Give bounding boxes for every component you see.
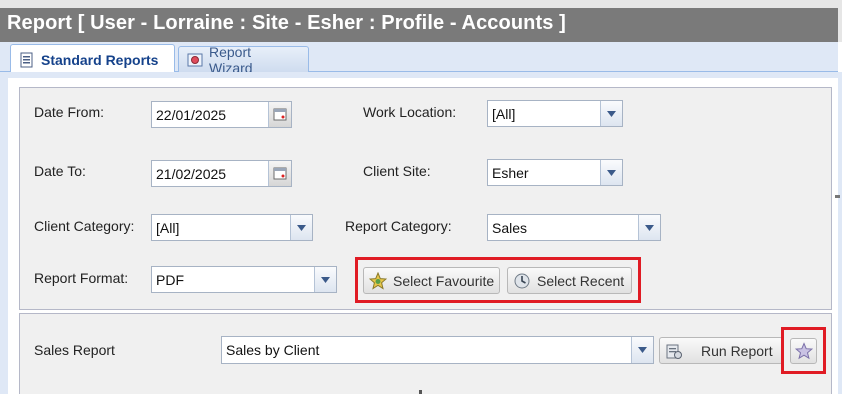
date-to-field[interactable]: 21/02/2025 — [151, 160, 292, 187]
client-site-select[interactable]: Esher — [487, 159, 623, 186]
report-format-label: Report Format: — [34, 270, 129, 286]
run-report-icon — [665, 342, 683, 360]
report-format-select[interactable]: PDF — [151, 266, 337, 293]
date-to-label: Date To: — [34, 163, 86, 179]
report-category-select[interactable]: Sales — [487, 214, 661, 241]
window-titlebar: Report [ User - Lorraine : Site - Esher … — [0, 0, 842, 42]
date-to-value: 21/02/2025 — [156, 165, 227, 182]
calendar-icon[interactable] — [268, 161, 291, 186]
window-title: Report [ User - Lorraine : Site - Esher … — [7, 12, 566, 34]
date-from-label: Date From: — [34, 104, 105, 120]
chevron-down-icon[interactable] — [290, 215, 312, 240]
calendar-icon[interactable] — [268, 102, 291, 127]
tab-label: Report Wizard — [209, 43, 253, 76]
tab-label: Standard Reports — [41, 51, 159, 68]
wizard-icon — [187, 52, 203, 68]
work-location-value: [All] — [492, 105, 516, 122]
chevron-down-icon[interactable] — [600, 101, 622, 126]
run-report-label: Run Report — [701, 342, 773, 359]
client-site-label: Client Site: — [363, 163, 431, 179]
report-category-value: Sales — [492, 219, 528, 236]
tab-standard-reports[interactable]: Standard Reports — [10, 44, 175, 74]
title-bar-background: Report [ User - Lorraine : Site - Esher … — [0, 8, 838, 42]
tab-report-wizard[interactable]: Report Wizard — [178, 44, 309, 76]
chevron-down-icon[interactable] — [631, 337, 653, 363]
report-format-value: PDF — [156, 271, 184, 288]
resize-handle[interactable] — [419, 390, 422, 394]
chevron-down-icon[interactable] — [600, 160, 622, 185]
work-location-label: Work Location: — [363, 104, 457, 120]
highlight-box — [355, 257, 641, 303]
report-category-label: Report Category: — [345, 218, 452, 234]
resize-handle[interactable] — [835, 195, 840, 198]
report-select-value: Sales by Client — [226, 342, 320, 358]
report-select[interactable]: Sales by Client — [221, 336, 654, 364]
client-site-value: Esher — [492, 164, 529, 181]
chevron-down-icon[interactable] — [638, 215, 660, 240]
client-category-value: [All] — [156, 219, 180, 236]
run-report-button[interactable]: Run Report — [659, 337, 783, 364]
highlight-box — [781, 327, 826, 374]
client-category-label: Client Category: — [34, 218, 135, 234]
date-from-field[interactable]: 22/01/2025 — [151, 101, 292, 128]
date-from-value: 22/01/2025 — [156, 106, 227, 123]
client-category-select[interactable]: [All] — [151, 214, 313, 241]
work-location-select[interactable]: [All] — [487, 100, 623, 127]
report-list-icon — [19, 52, 35, 68]
chevron-down-icon[interactable] — [314, 267, 336, 292]
sales-report-label: Sales Report — [34, 342, 115, 358]
tab-strip: Standard Reports Report Wizard — [0, 42, 838, 76]
